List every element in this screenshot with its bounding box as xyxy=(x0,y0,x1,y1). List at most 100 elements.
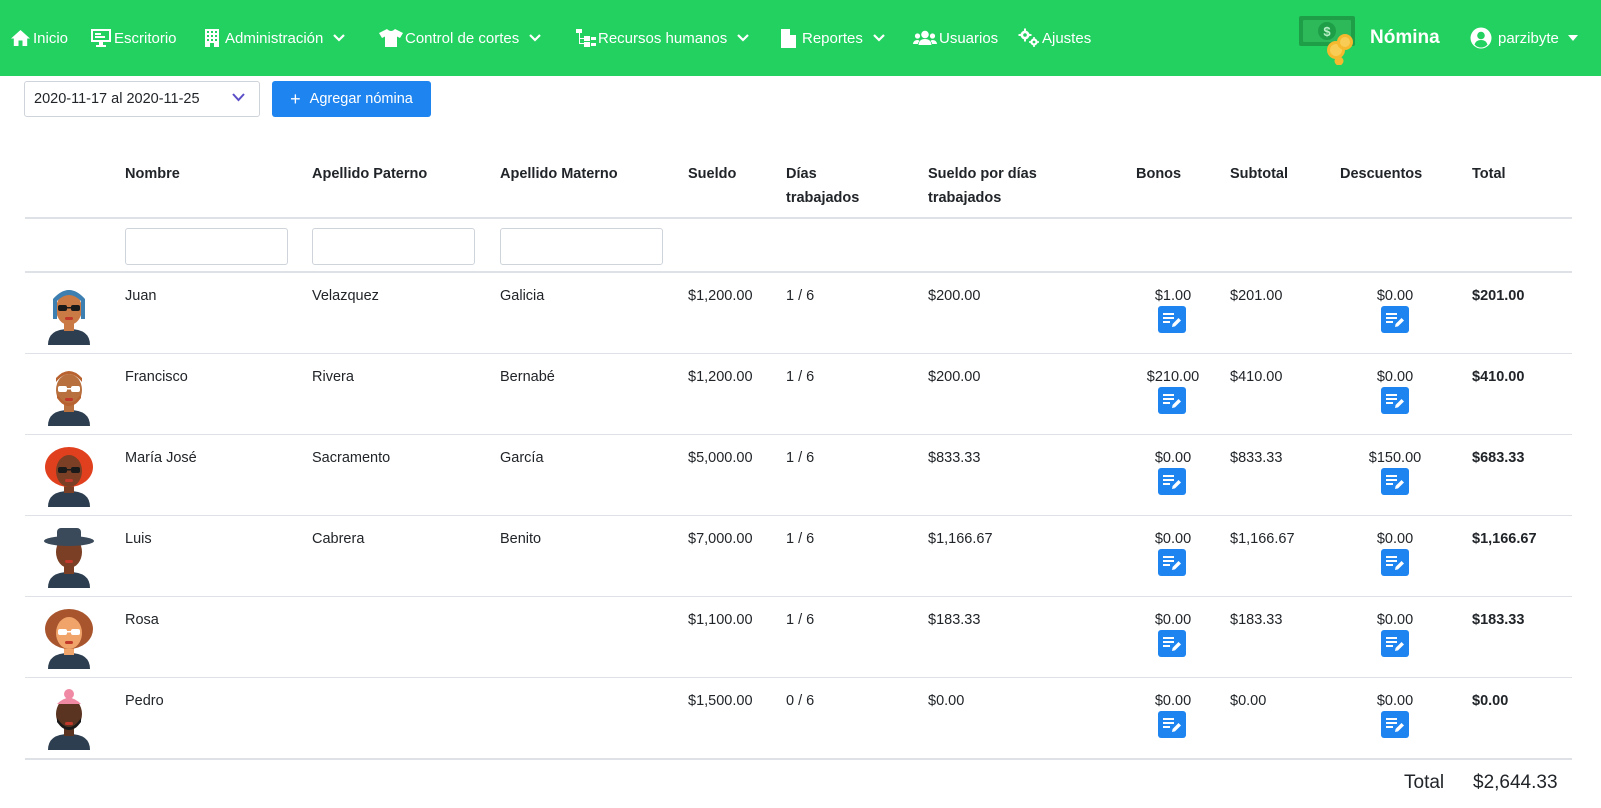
cell-apellido-paterno: Sacramento xyxy=(312,450,391,466)
cell-dias-trabajados: 1 / 6 xyxy=(786,369,815,385)
edit-descuentos-button[interactable] xyxy=(1381,387,1409,414)
users-icon xyxy=(913,30,937,45)
edit-bonos-button[interactable] xyxy=(1158,468,1186,495)
cell-apellido-paterno: Cabrera xyxy=(312,531,365,547)
cell-total: $683.33 xyxy=(1472,450,1525,466)
cell-sueldo-por-dias: $0.00 xyxy=(928,693,965,709)
desktop-icon xyxy=(91,29,111,47)
username: parzibyte xyxy=(1498,29,1559,47)
cell-sueldo-por-dias: $833.33 xyxy=(928,450,981,466)
add-nomina-button[interactable]: + Agregar nómina xyxy=(272,81,431,117)
cell-sueldo: $5,000.00 xyxy=(688,450,753,466)
cell-subtotal: $410.00 xyxy=(1230,369,1283,385)
edit-note-icon xyxy=(1163,555,1181,570)
cell-nombre: Rosa xyxy=(125,612,159,628)
row-divider xyxy=(25,677,1572,678)
edit-descuentos-button[interactable] xyxy=(1381,630,1409,657)
cell-subtotal: $0.00 xyxy=(1230,693,1267,709)
cell-bonos: $210.00 xyxy=(1146,369,1200,385)
avatar xyxy=(40,443,98,507)
date-range-select[interactable]: 2020-11-17 al 2020-11-25 xyxy=(24,81,260,117)
nav-reportes[interactable]: Reportes xyxy=(781,0,885,76)
cell-apellido-materno: Galicia xyxy=(500,288,545,304)
cell-dias-trabajados: 1 / 6 xyxy=(786,531,815,547)
nav-control-de-cortes[interactable]: Control de cortes xyxy=(379,0,542,76)
chevron-down-icon xyxy=(232,93,245,102)
row-divider xyxy=(25,434,1572,435)
cell-total: $410.00 xyxy=(1472,369,1525,385)
edit-note-icon xyxy=(1163,393,1181,408)
grand-total-label: Total xyxy=(1404,772,1445,793)
cell-nombre: Pedro xyxy=(125,693,164,709)
cell-sueldo: $1,100.00 xyxy=(688,612,753,628)
cell-subtotal: $833.33 xyxy=(1230,450,1283,466)
edit-bonos-button[interactable] xyxy=(1158,549,1186,576)
cell-bonos: $1.00 xyxy=(1154,288,1192,304)
caret-down-icon xyxy=(1567,35,1578,41)
edit-note-icon xyxy=(1386,555,1404,570)
nav-administracion[interactable]: Administración xyxy=(205,0,346,76)
cell-nombre: Juan xyxy=(125,288,157,304)
cell-total: $1,166.67 xyxy=(1472,531,1537,547)
date-range-value: 2020-11-17 al 2020-11-25 xyxy=(34,91,200,107)
file-icon xyxy=(781,28,796,48)
cell-sueldo-por-dias: $200.00 xyxy=(928,369,981,385)
cell-descuentos: $150.00 xyxy=(1368,450,1422,466)
chevron-down-icon xyxy=(333,34,346,42)
cell-subtotal: $1,166.67 xyxy=(1230,531,1295,547)
edit-note-icon xyxy=(1163,312,1181,327)
nav-usuarios[interactable]: Usuarios xyxy=(913,0,998,76)
row-divider xyxy=(25,515,1572,516)
edit-note-icon xyxy=(1163,474,1181,489)
header-total: Total xyxy=(1472,166,1506,182)
filter-apellido-paterno-input[interactable] xyxy=(312,228,475,265)
user-circle-icon xyxy=(1470,27,1492,49)
user-menu[interactable]: parzibyte xyxy=(1470,0,1578,76)
edit-note-icon xyxy=(1386,717,1404,732)
nav-recursos-humanos[interactable]: Recursos humanos xyxy=(576,0,750,76)
edit-bonos-button[interactable] xyxy=(1158,306,1186,333)
header-apellido-materno: Apellido Materno xyxy=(500,166,618,182)
money-logo-icon: $ xyxy=(1299,16,1355,65)
cell-apellido-paterno: Velazquez xyxy=(312,288,379,304)
edit-note-icon xyxy=(1163,636,1181,651)
edit-descuentos-button[interactable] xyxy=(1381,468,1409,495)
cell-descuentos: $0.00 xyxy=(1376,288,1414,304)
edit-descuentos-button[interactable] xyxy=(1381,306,1409,333)
cell-sueldo: $1,500.00 xyxy=(688,693,753,709)
cell-apellido-materno: García xyxy=(500,450,544,466)
grand-total-value: $2,644.33 xyxy=(1473,772,1558,793)
sitemap-icon xyxy=(576,29,596,47)
edit-descuentos-button[interactable] xyxy=(1381,711,1409,738)
nav-inicio[interactable]: Inicio xyxy=(10,0,68,76)
edit-bonos-button[interactable] xyxy=(1158,387,1186,414)
row-divider xyxy=(25,353,1572,354)
edit-bonos-button[interactable] xyxy=(1158,630,1186,657)
nav-ajustes[interactable]: Ajustes xyxy=(1018,0,1091,76)
avatar xyxy=(40,524,98,588)
cell-nombre: Luis xyxy=(125,531,152,547)
cell-descuentos: $0.00 xyxy=(1376,693,1414,709)
avatar xyxy=(40,281,98,345)
edit-note-icon xyxy=(1386,636,1404,651)
filter-divider xyxy=(25,271,1572,273)
cell-total: $0.00 xyxy=(1472,693,1509,709)
edit-bonos-button[interactable] xyxy=(1158,711,1186,738)
cell-nombre: Francisco xyxy=(125,369,188,385)
brand[interactable]: $ Nómina xyxy=(1298,0,1440,76)
header-nombre: Nombre xyxy=(125,166,180,182)
home-icon xyxy=(11,30,30,46)
plus-icon: + xyxy=(290,89,301,109)
chevron-down-icon xyxy=(529,34,542,42)
footer-divider xyxy=(25,758,1572,760)
cogs-icon xyxy=(1018,28,1039,47)
avatar xyxy=(40,605,98,669)
cell-sueldo-por-dias: $200.00 xyxy=(928,288,981,304)
filter-nombre-input[interactable] xyxy=(125,228,288,265)
filter-apellido-materno-input[interactable] xyxy=(500,228,663,265)
nav-escritorio[interactable]: Escritorio xyxy=(90,0,177,76)
cell-apellido-paterno: Rivera xyxy=(312,369,354,385)
cell-sueldo-por-dias: $183.33 xyxy=(928,612,981,628)
edit-descuentos-button[interactable] xyxy=(1381,549,1409,576)
cell-sueldo: $1,200.00 xyxy=(688,288,753,304)
